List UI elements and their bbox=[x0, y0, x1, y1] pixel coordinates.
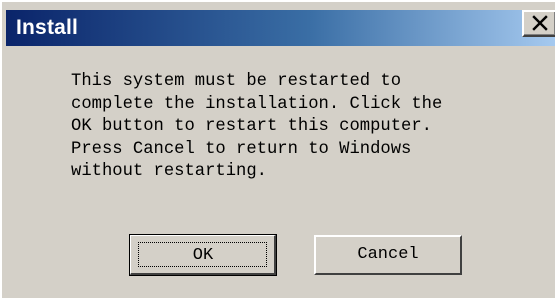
cancel-button[interactable]: Cancel bbox=[314, 235, 462, 275]
dialog-bottom-edge bbox=[2, 294, 555, 298]
close-button[interactable] bbox=[522, 10, 555, 37]
message-text: This system must be restarted to complete… bbox=[71, 71, 531, 184]
cancel-button-label: Cancel bbox=[357, 245, 419, 264]
message-line-5: without restarting. bbox=[71, 162, 267, 182]
title-bar[interactable]: Install bbox=[6, 10, 555, 46]
ok-button[interactable]: OK bbox=[129, 234, 277, 276]
install-dialog: Install This system must be restarted to… bbox=[0, 0, 555, 298]
message-line-4: Press Cancel to return to Windows bbox=[71, 139, 412, 159]
message-line-1: This system must be restarted to bbox=[71, 72, 402, 91]
close-icon bbox=[532, 15, 548, 31]
message-line-3: OK button to restart this computer. bbox=[71, 117, 432, 137]
ok-button-label: OK bbox=[192, 246, 214, 265]
message-line-2: complete the installation. Click the bbox=[71, 94, 443, 114]
window-title: Install bbox=[16, 16, 79, 39]
